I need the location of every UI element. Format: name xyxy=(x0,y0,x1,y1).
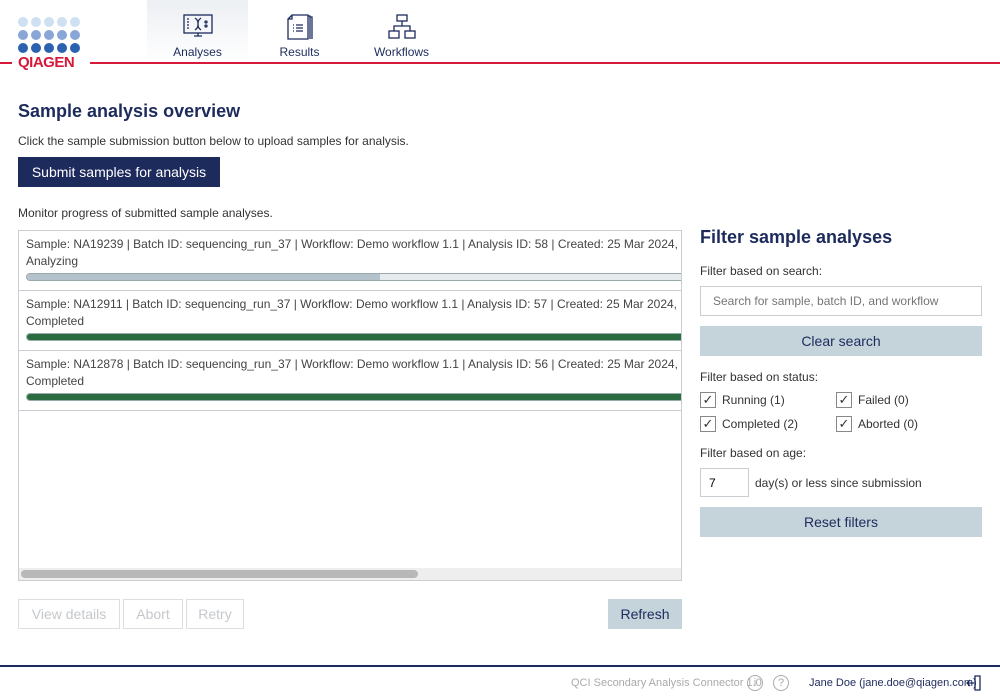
header: QIAGEN Analyses Results Workflows xyxy=(0,0,1000,71)
logo-dot xyxy=(57,43,67,53)
progress-bar xyxy=(26,333,681,341)
analysis-list[interactable]: Sample: NA19239 | Batch ID: sequencing_r… xyxy=(18,230,682,581)
progress-bar xyxy=(26,273,681,281)
progress-bar xyxy=(26,393,681,401)
status-checkbox[interactable]: ✓ Running (1) xyxy=(700,392,836,408)
progress-fill xyxy=(27,394,681,400)
page-title: Sample analysis overview xyxy=(18,101,241,121)
qiagen-logo[interactable]: QIAGEN xyxy=(18,17,82,71)
filter-title: Filter sample analyses xyxy=(700,227,893,247)
analysis-row[interactable]: Sample: NA19239 | Batch ID: sequencing_r… xyxy=(19,231,681,291)
status-checkbox-label: Completed (2) xyxy=(722,417,799,431)
analysis-info: Sample: NA12878 | Batch ID: sequencing_r… xyxy=(26,357,682,371)
horizontal-scrollbar[interactable] xyxy=(19,568,681,580)
status-checkbox[interactable]: ✓ Failed (0) xyxy=(836,392,976,408)
tab-analyses[interactable]: Analyses xyxy=(147,0,248,62)
logo-dot xyxy=(44,30,54,40)
header-divider xyxy=(90,62,1000,64)
logo-dot xyxy=(31,17,41,27)
logo-dot xyxy=(31,30,41,40)
status-checkbox-label: Running (1) xyxy=(722,393,785,407)
analysis-row[interactable]: Sample: NA12911 | Batch ID: sequencing_r… xyxy=(19,291,681,351)
age-suffix: day(s) or less since submission xyxy=(755,475,922,490)
logo-dot xyxy=(70,17,80,27)
age-label: Filter based on age: xyxy=(700,446,807,460)
checkbox-check-icon[interactable]: ✓ xyxy=(836,392,852,408)
submit-samples-button[interactable]: Submit samples for analysis xyxy=(18,157,220,187)
logo-dot xyxy=(44,17,54,27)
footer-divider xyxy=(0,665,1000,667)
logo-dot xyxy=(18,43,28,53)
header-divider xyxy=(0,62,12,64)
logo-dot xyxy=(57,17,67,27)
info-icon[interactable]: i xyxy=(747,675,763,691)
search-input[interactable] xyxy=(700,286,982,316)
logo-dot xyxy=(31,43,41,53)
logo-dot xyxy=(18,30,28,40)
dna-monitor-icon xyxy=(182,14,213,37)
checkbox-check-icon[interactable]: ✓ xyxy=(836,416,852,432)
monitor-text: Monitor progress of submitted sample ana… xyxy=(18,206,273,220)
search-label: Filter based on search: xyxy=(700,264,823,278)
retry-button[interactable]: Retry xyxy=(186,599,244,629)
reset-filters-button[interactable]: Reset filters xyxy=(700,507,982,537)
logo-dot xyxy=(44,43,54,53)
filter-panel: Filter sample analyses Filter based on s… xyxy=(700,227,982,537)
logo-dot xyxy=(18,17,28,27)
age-input[interactable] xyxy=(700,468,749,497)
analysis-status: Completed xyxy=(26,374,85,388)
status-checkbox-label: Aborted (0) xyxy=(858,417,919,431)
tab-workflows[interactable]: Workflows xyxy=(351,0,452,62)
status-checkbox-label: Failed (0) xyxy=(858,393,909,407)
analysis-status: Analyzing xyxy=(26,254,79,268)
app-version: QCI Secondary Analysis Connector 1.0 xyxy=(571,677,762,689)
document-list-icon xyxy=(286,14,313,40)
checkbox-check-icon[interactable]: ✓ xyxy=(700,416,716,432)
abort-button[interactable]: Abort xyxy=(123,599,183,629)
user-name[interactable]: Jane Doe (jane.doe@qiagen.com) xyxy=(809,677,977,689)
scrollbar-thumb[interactable] xyxy=(21,570,418,578)
refresh-button[interactable]: Refresh xyxy=(608,599,682,629)
logout-icon[interactable] xyxy=(966,675,982,691)
tab-results[interactable]: Results xyxy=(249,0,350,62)
status-label: Filter based on status: xyxy=(700,370,819,384)
analysis-row[interactable]: Sample: NA12878 | Batch ID: sequencing_r… xyxy=(19,351,681,411)
progress-fill xyxy=(27,274,380,280)
clear-search-button[interactable]: Clear search xyxy=(700,326,982,356)
analysis-info: Sample: NA19239 | Batch ID: sequencing_r… xyxy=(26,237,682,251)
intro-text: Click the sample submission button below… xyxy=(18,134,409,148)
analysis-info: Sample: NA12911 | Batch ID: sequencing_r… xyxy=(26,297,682,311)
logo-dot xyxy=(70,30,80,40)
status-checkbox[interactable]: ✓ Completed (2) xyxy=(700,416,836,432)
help-icon[interactable]: ? xyxy=(773,675,789,691)
logo-dot xyxy=(57,30,67,40)
view-details-button[interactable]: View details xyxy=(18,599,120,629)
analysis-status: Completed xyxy=(26,314,85,328)
status-checkbox[interactable]: ✓ Aborted (0) xyxy=(836,416,976,432)
checkbox-check-icon[interactable]: ✓ xyxy=(700,392,716,408)
logo-dot xyxy=(70,43,80,53)
workflow-tree-icon xyxy=(387,14,416,39)
progress-fill xyxy=(27,334,681,340)
